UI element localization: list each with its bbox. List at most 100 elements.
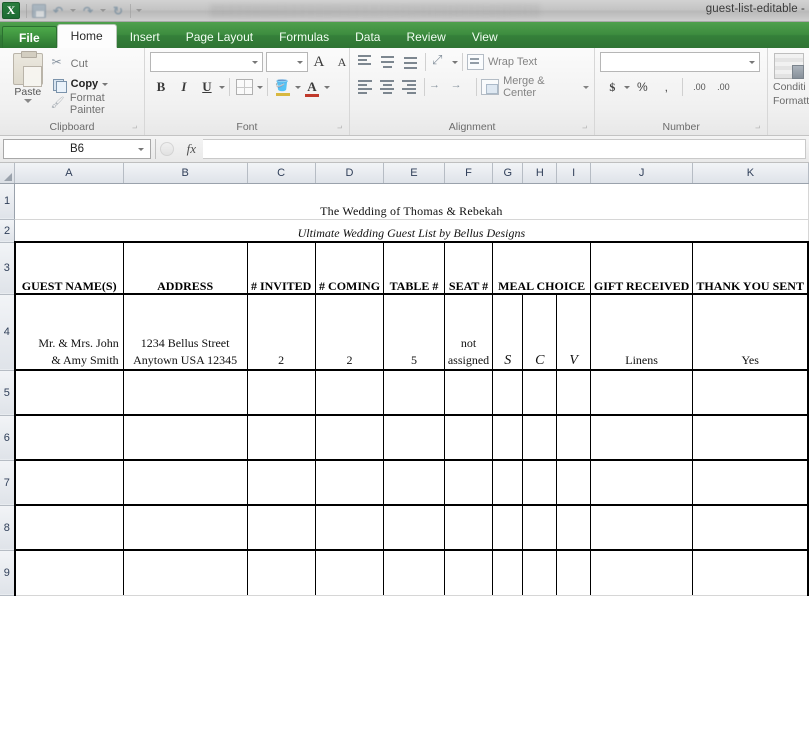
- borders-button[interactable]: [234, 77, 256, 98]
- cell-e9[interactable]: [383, 550, 445, 596]
- undo-dropdown-icon[interactable]: [70, 9, 76, 12]
- header-meal-choice[interactable]: MEAL CHOICE: [492, 241, 591, 295]
- align-middle-button[interactable]: [377, 53, 397, 71]
- quick-access-toolbar[interactable]: ↶ ↷ ↻: [26, 3, 142, 18]
- cell-f8[interactable]: [444, 505, 494, 551]
- row-header-3[interactable]: 3: [0, 242, 16, 295]
- cell-b9[interactable]: [123, 550, 248, 596]
- cell-a4-guest-name[interactable]: Mr. & Mrs. John & Amy Smith: [13, 294, 124, 371]
- chevron-down-icon[interactable]: [296, 60, 303, 64]
- cell-f9[interactable]: [444, 550, 494, 596]
- row-header-7[interactable]: 7: [0, 460, 16, 506]
- fill-color-button[interactable]: [272, 77, 294, 98]
- decrease-decimal-button[interactable]: .00: [711, 77, 735, 98]
- cell-a7[interactable]: [13, 460, 124, 506]
- redo-dropdown-icon[interactable]: [100, 9, 106, 12]
- cancel-formula-icon[interactable]: [160, 142, 174, 156]
- chevron-down-icon[interactable]: [749, 60, 756, 64]
- cell-e6[interactable]: [383, 415, 445, 461]
- tab-page-layout[interactable]: Page Layout: [173, 26, 266, 48]
- cell-h6[interactable]: [522, 415, 558, 461]
- cell-f4-seat-number[interactable]: not assigned: [444, 294, 494, 371]
- cell-j9[interactable]: [590, 550, 694, 596]
- cell-j6[interactable]: [590, 415, 694, 461]
- increase-indent-button[interactable]: [451, 78, 471, 96]
- grow-font-button[interactable]: A: [308, 52, 330, 73]
- cell-b4-address[interactable]: 1234 Bellus Street Anytown USA 12345: [123, 294, 248, 371]
- cell-a6[interactable]: [13, 415, 124, 461]
- cell-j5[interactable]: [590, 370, 694, 416]
- bold-button[interactable]: B: [150, 77, 172, 98]
- cell-g5[interactable]: [492, 370, 524, 416]
- cell-h4-meal-c[interactable]: C: [522, 294, 558, 371]
- cell-d8[interactable]: [315, 505, 385, 551]
- align-right-button[interactable]: [398, 78, 418, 96]
- align-center-button[interactable]: [377, 78, 397, 96]
- cell-e4-table-number[interactable]: 5: [383, 294, 445, 371]
- italic-button[interactable]: I: [173, 77, 195, 98]
- cell-i8[interactable]: [556, 505, 591, 551]
- cell-i9[interactable]: [556, 550, 591, 596]
- cell-e7[interactable]: [383, 460, 445, 506]
- column-header-j[interactable]: J: [590, 163, 694, 184]
- cell-h5[interactable]: [522, 370, 558, 416]
- tab-insert[interactable]: Insert: [117, 26, 173, 48]
- orientation-button[interactable]: [430, 52, 450, 71]
- column-header-e[interactable]: E: [383, 163, 445, 184]
- tab-view[interactable]: View: [459, 26, 511, 48]
- cell-a8[interactable]: [13, 505, 124, 551]
- alignment-dialog-launcher-icon[interactable]: [578, 126, 587, 135]
- repeat-icon[interactable]: ↻: [111, 4, 125, 18]
- undo-icon[interactable]: ↶: [51, 4, 65, 18]
- cell-g8[interactable]: [492, 505, 524, 551]
- cell-k6[interactable]: [692, 415, 809, 461]
- cell-i7[interactable]: [556, 460, 591, 506]
- cell-b7[interactable]: [123, 460, 248, 506]
- row-header-1[interactable]: 1: [0, 183, 16, 220]
- decrease-indent-button[interactable]: [429, 78, 449, 96]
- font-dialog-launcher-icon[interactable]: [333, 126, 342, 135]
- font-color-button[interactable]: A: [301, 77, 323, 98]
- cell-e8[interactable]: [383, 505, 445, 551]
- tab-file[interactable]: File: [2, 26, 57, 48]
- cell-d7[interactable]: [315, 460, 385, 506]
- cell-c9[interactable]: [247, 550, 316, 596]
- tab-review[interactable]: Review: [393, 26, 458, 48]
- excel-logo-icon[interactable]: X: [2, 2, 20, 19]
- cell-i5[interactable]: [556, 370, 591, 416]
- cell-i6[interactable]: [556, 415, 591, 461]
- cell-f7[interactable]: [444, 460, 494, 506]
- row-header-4[interactable]: 4: [0, 294, 16, 371]
- header-invited[interactable]: # INVITED: [247, 241, 316, 295]
- align-top-button[interactable]: [355, 53, 375, 71]
- column-header-g[interactable]: G: [492, 163, 524, 184]
- tab-data[interactable]: Data: [342, 26, 393, 48]
- cell-k5[interactable]: [692, 370, 809, 416]
- cell-h8[interactable]: [522, 505, 558, 551]
- column-header-i[interactable]: I: [556, 163, 591, 184]
- tab-formulas[interactable]: Formulas: [266, 26, 342, 48]
- copy-dropdown-icon[interactable]: [102, 82, 109, 86]
- cell-b8[interactable]: [123, 505, 248, 551]
- paste-button[interactable]: Paste: [5, 51, 51, 103]
- cell-j4-gift-received[interactable]: Linens: [590, 294, 694, 371]
- cell-d4-coming[interactable]: 2: [315, 294, 385, 371]
- insert-function-icon[interactable]: fx: [183, 141, 199, 157]
- cell-b6[interactable]: [123, 415, 248, 461]
- column-header-k[interactable]: K: [692, 163, 809, 184]
- cell-h9[interactable]: [522, 550, 558, 596]
- copy-button[interactable]: Copy: [51, 74, 139, 94]
- align-left-button[interactable]: [355, 78, 375, 96]
- row-header-2[interactable]: 2: [0, 219, 16, 243]
- row-header-6[interactable]: 6: [0, 415, 16, 461]
- merge-center-button[interactable]: Merge & Center: [481, 75, 590, 99]
- cell-f5[interactable]: [444, 370, 494, 416]
- conditional-formatting-icon[interactable]: [773, 53, 804, 79]
- cell-k7[interactable]: [692, 460, 809, 506]
- header-thank-you-sent[interactable]: THANK YOU SENT: [692, 241, 809, 295]
- font-color-dropdown-icon[interactable]: [323, 85, 330, 89]
- save-icon[interactable]: [32, 3, 46, 18]
- formula-input[interactable]: [203, 139, 806, 159]
- cell-g7[interactable]: [492, 460, 524, 506]
- cell-a9[interactable]: [13, 550, 124, 596]
